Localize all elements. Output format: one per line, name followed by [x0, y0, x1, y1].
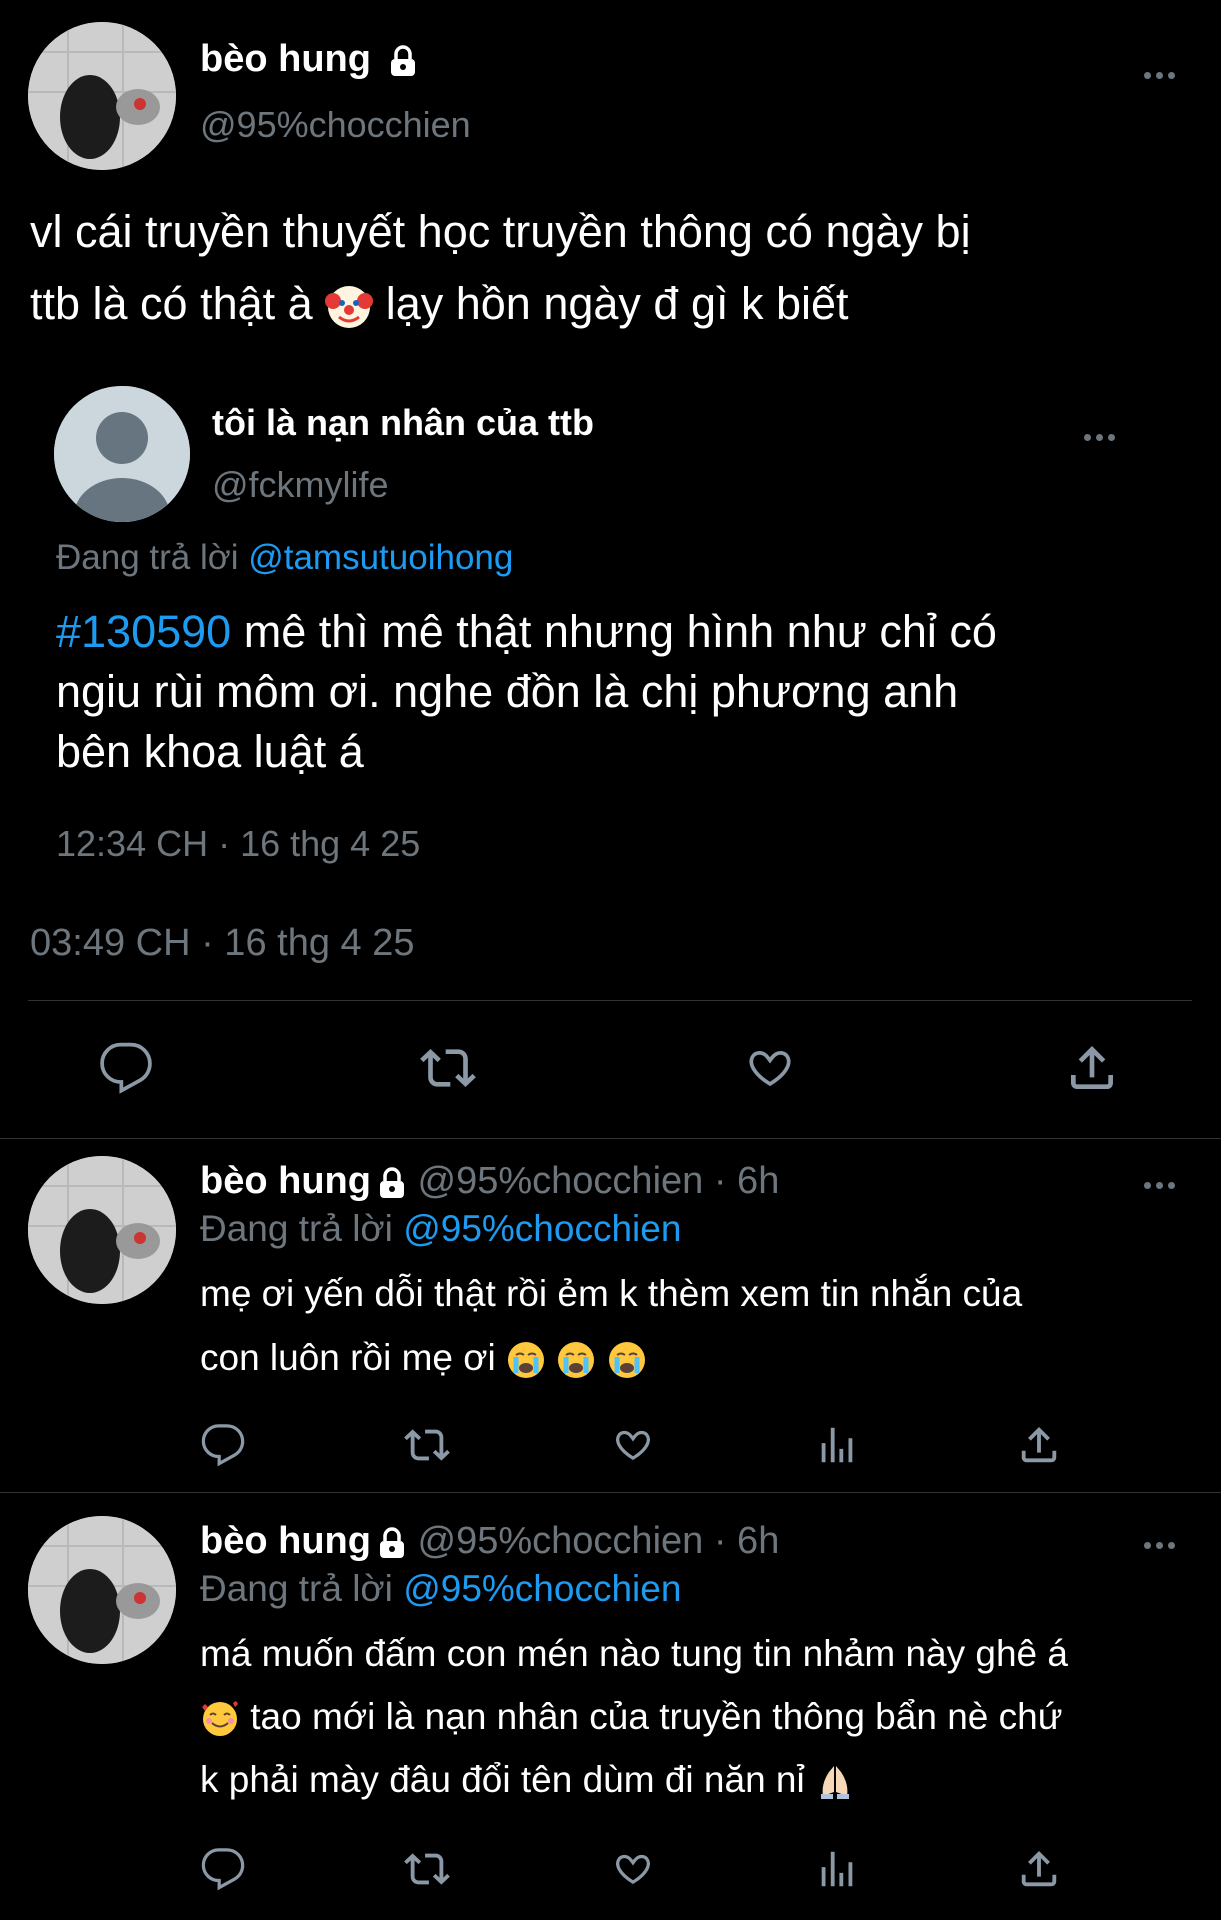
divider	[28, 1000, 1192, 1001]
author-handle[interactable]: @fckmylife	[212, 464, 389, 506]
more-icon[interactable]	[1144, 66, 1180, 84]
tweet-text-line: bên khoa luật á	[56, 726, 364, 777]
lock-icon	[379, 1527, 404, 1558]
author-name[interactable]: bèo hung	[200, 1520, 371, 1562]
author-handle[interactable]: @95%chocchien	[418, 1160, 704, 1202]
tweet-text-line: mê thì mê thật nhưng hình như chỉ có	[243, 606, 997, 657]
tweet-text-line: ngiu rùi môm ơi. nghe đồn là chị phương …	[56, 666, 959, 717]
views-icon[interactable]	[814, 1422, 860, 1468]
share-icon[interactable]	[1064, 1040, 1120, 1096]
crying-emoji	[558, 1342, 595, 1379]
share-icon[interactable]	[1016, 1422, 1062, 1468]
more-icon[interactable]	[1084, 428, 1120, 446]
like-icon[interactable]	[742, 1040, 798, 1096]
crying-emoji	[508, 1342, 545, 1379]
divider	[0, 1138, 1221, 1139]
avatar[interactable]	[28, 1156, 176, 1304]
reply-time[interactable]: · 6h	[714, 1160, 779, 1202]
avatar[interactable]	[54, 386, 190, 522]
author-name[interactable]: bèo hung	[200, 1160, 371, 1202]
reply-to-link[interactable]: @tamsutuoihong	[248, 538, 513, 577]
reply-prefix: Đang trả lời	[200, 1208, 393, 1249]
timestamp[interactable]: 03:49 CH · 16 thg 4 25	[30, 922, 414, 965]
tweet-text-line: k phải mày đâu đổi tên dùm đi năn nỉ	[200, 1759, 805, 1800]
reply-icon[interactable]	[200, 1846, 246, 1892]
reply-prefix: Đang trả lời	[56, 538, 239, 577]
reply-icon[interactable]	[98, 1040, 154, 1096]
reply-prefix: Đang trả lời	[200, 1568, 393, 1609]
divider	[0, 1492, 1221, 1493]
reply-to-link[interactable]: @95%chocchien	[403, 1568, 681, 1609]
tweet-text-line: tao mới là nạn nhân của truyền thông bẩn…	[250, 1696, 1063, 1737]
reply-time[interactable]: · 6h	[714, 1520, 779, 1562]
tweet-text-line: vl cái truyền thuyết học truyền thông có…	[30, 206, 971, 257]
like-icon[interactable]	[610, 1846, 656, 1892]
retweet-icon[interactable]	[402, 1422, 452, 1468]
reply-icon[interactable]	[200, 1422, 246, 1468]
lock-icon	[379, 1167, 404, 1198]
tweet-text-line: con luôn rồi mẹ ơi	[200, 1337, 496, 1378]
retweet-icon[interactable]	[402, 1846, 452, 1892]
more-icon[interactable]	[1144, 1176, 1180, 1194]
share-icon[interactable]	[1016, 1846, 1062, 1892]
tweet-text-line: má muốn đấm con mén nào tung tin nhảm nà…	[200, 1633, 1068, 1674]
clown-emoji	[325, 286, 374, 329]
tweet-text-line: mẹ ơi yến dỗi thật rồi ẻm k thèm xem tin…	[200, 1273, 1023, 1314]
tweet-text-line: ttb là có thật à	[30, 278, 313, 329]
author-name[interactable]: tôi là nạn nhân của ttb	[212, 402, 594, 444]
author-handle[interactable]: @95%chocchien	[200, 104, 471, 146]
timestamp[interactable]: 12:34 CH · 16 thg 4 25	[56, 823, 420, 865]
avatar[interactable]	[28, 1516, 176, 1664]
like-icon[interactable]	[610, 1422, 656, 1468]
smiling-hearts-emoji	[202, 1701, 238, 1737]
crying-emoji	[608, 1342, 645, 1379]
hashtag-link[interactable]: #130590	[56, 606, 231, 657]
lock-icon	[390, 45, 415, 76]
author-handle[interactable]: @95%chocchien	[418, 1520, 704, 1562]
retweet-icon[interactable]	[418, 1040, 478, 1096]
folded-hands-emoji	[821, 1766, 849, 1800]
tweet-text-line: lạy hồn ngày đ gì k biết	[385, 278, 849, 329]
reply-to-link[interactable]: @95%chocchien	[403, 1208, 681, 1249]
author-name[interactable]: bèo hung	[200, 38, 371, 80]
avatar[interactable]	[28, 22, 176, 170]
more-icon[interactable]	[1144, 1536, 1180, 1554]
views-icon[interactable]	[814, 1846, 860, 1892]
